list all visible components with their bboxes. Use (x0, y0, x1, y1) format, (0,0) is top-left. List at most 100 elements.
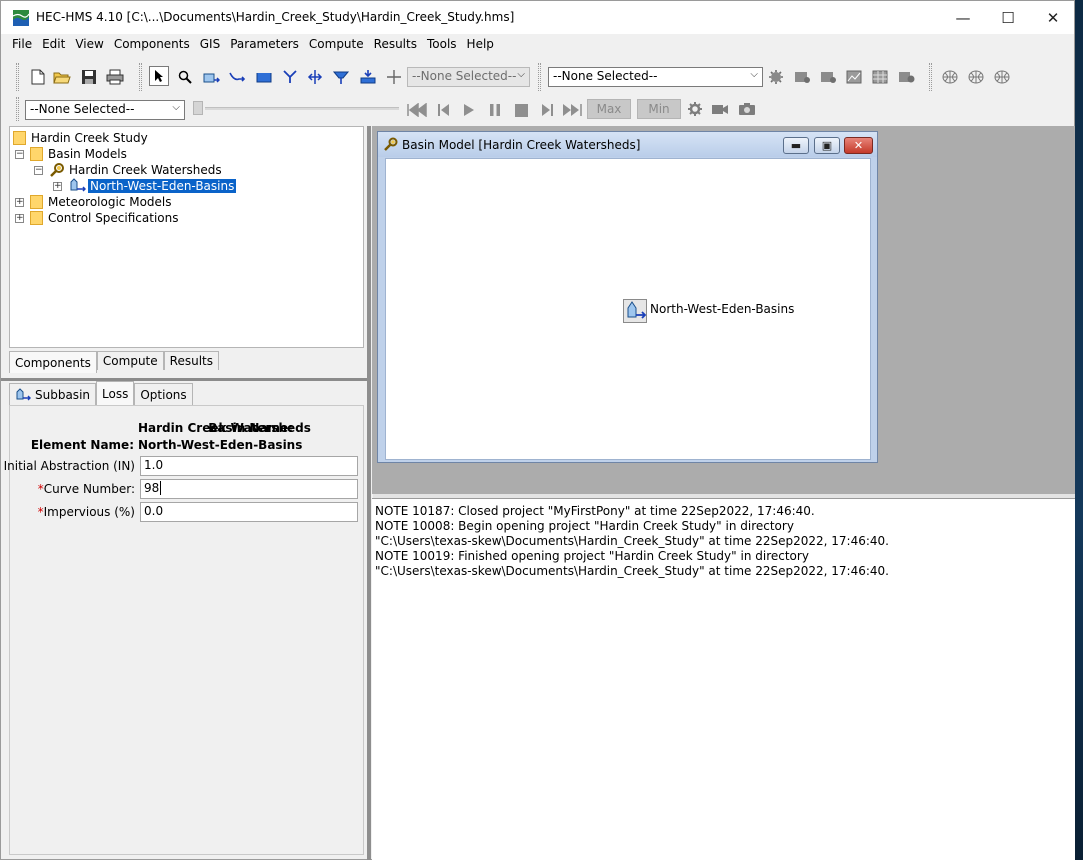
chevron-down-icon: ⌵ (750, 69, 758, 80)
folder-icon (30, 195, 43, 209)
tab-options[interactable]: Options (134, 383, 193, 405)
tree-node-met-models[interactable]: + Meteorologic Models (15, 194, 172, 210)
tree-node-element[interactable]: + North-West-Eden-Basins (53, 178, 237, 194)
time-selector[interactable]: --None Selected-- ⌵ (25, 100, 185, 120)
menu-gis[interactable]: GIS (195, 34, 225, 56)
curve-number-field[interactable]: 98 (140, 479, 358, 499)
globe-grid-icon[interactable] (940, 67, 960, 87)
table-icon[interactable] (870, 67, 890, 87)
initial-abstraction-field[interactable]: 1.0 (140, 456, 358, 476)
collapse-icon[interactable]: − (15, 149, 24, 159)
graph-icon[interactable] (844, 67, 864, 87)
menu-edit[interactable]: Edit (37, 34, 70, 56)
rewind-icon[interactable] (407, 100, 427, 120)
subbasin-icon[interactable] (623, 299, 647, 323)
compute-icon[interactable] (766, 67, 786, 87)
global-summary-icon[interactable] (792, 67, 812, 87)
menu-compute[interactable]: Compute (304, 34, 369, 56)
menu-parameters[interactable]: Parameters (225, 34, 304, 56)
globe-grid-icon[interactable] (966, 67, 986, 87)
sink-tool-icon[interactable] (358, 67, 378, 87)
tree-label-control-specs: Control Specifications (48, 211, 179, 225)
zoom-tool-icon[interactable] (175, 67, 195, 87)
title-bar: HEC-HMS 4.10 [C:\...\Documents\Hardin_Cr… (1, 1, 1074, 34)
toolbar-grip[interactable] (16, 63, 19, 91)
max-button[interactable]: Max (587, 99, 631, 119)
element-summary-icon[interactable] (818, 67, 838, 87)
camera-icon[interactable] (737, 99, 757, 119)
menu-tools[interactable]: Tools (422, 34, 462, 56)
explorer-tabs: Components Compute Results (9, 351, 219, 373)
reach-tool-icon[interactable] (227, 67, 247, 87)
toolbar: --None Selected-- ⌵ --None Selected-- ⌵ (1, 59, 1074, 121)
vertical-splitter[interactable] (367, 126, 371, 860)
inner-maximize-button[interactable]: ▣ (814, 137, 840, 154)
tab-compute[interactable]: Compute (96, 351, 164, 370)
curve-number-label: *Curve Number: (38, 482, 135, 496)
new-file-icon[interactable] (28, 67, 48, 87)
reservoir-tool-icon[interactable] (254, 67, 274, 87)
maximize-button[interactable]: ☐ (985, 1, 1031, 34)
message-log: NOTE 10187: Closed project "MyFirstPony"… (372, 498, 1075, 860)
minimize-button[interactable]: — (940, 1, 986, 34)
min-button[interactable]: Min (637, 99, 681, 119)
expand-icon[interactable]: + (53, 181, 62, 191)
video-camera-icon[interactable] (710, 99, 730, 119)
tree-node-basin-models[interactable]: − Basin Models (15, 146, 127, 162)
pause-icon[interactable] (485, 100, 505, 120)
basin-map-canvas[interactable]: North-West-Eden-Basins (385, 158, 871, 460)
menu-components[interactable]: Components (109, 34, 195, 56)
tab-subbasin[interactable]: Subbasin (9, 383, 97, 405)
toolbar-grip[interactable] (16, 97, 19, 121)
diversion-tool-icon[interactable] (305, 67, 325, 87)
basin-window-title-bar[interactable]: Basin Model [Hardin Creek Watersheds] ▬ … (378, 132, 877, 157)
inner-close-button[interactable]: ✕ (844, 137, 873, 154)
expand-icon[interactable]: + (15, 197, 24, 207)
collapse-icon[interactable]: − (34, 165, 43, 175)
source-tool-icon[interactable] (331, 67, 351, 87)
step-forward-icon[interactable] (537, 100, 557, 120)
slider-thumb[interactable] (193, 101, 203, 115)
tree-node-project[interactable]: Hardin Creek Study (13, 130, 148, 146)
tree-label-basin-models: Basin Models (48, 147, 127, 161)
step-back-icon[interactable] (434, 100, 454, 120)
save-icon[interactable] (79, 67, 99, 87)
tree-node-basin-model[interactable]: − Hardin Creek Watersheds (34, 162, 222, 178)
menu-help[interactable]: Help (462, 34, 499, 56)
fast-forward-icon[interactable] (562, 100, 582, 120)
toolbar-grip[interactable] (929, 63, 932, 91)
window-title: HEC-HMS 4.10 [C:\...\Documents\Hardin_Cr… (36, 10, 515, 24)
menu-file[interactable]: File (7, 34, 37, 56)
time-series-icon[interactable] (896, 67, 916, 87)
close-button[interactable]: ✕ (1030, 1, 1076, 34)
stop-icon[interactable] (511, 100, 531, 120)
tab-loss[interactable]: Loss (96, 381, 135, 405)
open-folder-icon[interactable] (52, 67, 72, 87)
animation-settings-icon[interactable] (685, 99, 705, 119)
curve-number-value: 98 (144, 481, 160, 495)
crosshair-icon[interactable] (384, 67, 404, 87)
run-selector[interactable]: --None Selected-- ⌵ (548, 67, 763, 87)
toolbar-grip[interactable] (139, 63, 142, 91)
arrow-tool-icon[interactable] (149, 66, 169, 86)
subbasin-tool-icon[interactable] (201, 67, 221, 87)
expand-icon[interactable]: + (15, 213, 24, 223)
time-slider[interactable] (193, 100, 399, 118)
junction-tool-icon[interactable] (280, 67, 300, 87)
impervious-field[interactable]: 0.0 (140, 502, 358, 522)
toolbar-grip[interactable] (538, 63, 541, 91)
folder-icon (30, 147, 43, 161)
play-icon[interactable] (459, 100, 479, 120)
print-icon[interactable] (105, 67, 125, 87)
minimize-icon: ▬ (790, 139, 802, 152)
menu-view[interactable]: View (70, 34, 108, 56)
tab-components[interactable]: Components (9, 351, 97, 373)
globe-grid-icon[interactable] (992, 67, 1012, 87)
menu-results[interactable]: Results (369, 34, 422, 56)
impervious-label: *Impervious (%) (38, 505, 135, 519)
tree-node-control-specs[interactable]: + Control Specifications (15, 210, 179, 226)
inner-minimize-button[interactable]: ▬ (783, 137, 809, 154)
tab-results[interactable]: Results (163, 351, 219, 370)
element-selector[interactable]: --None Selected-- ⌵ (407, 67, 530, 87)
horizontal-splitter[interactable] (1, 378, 370, 381)
